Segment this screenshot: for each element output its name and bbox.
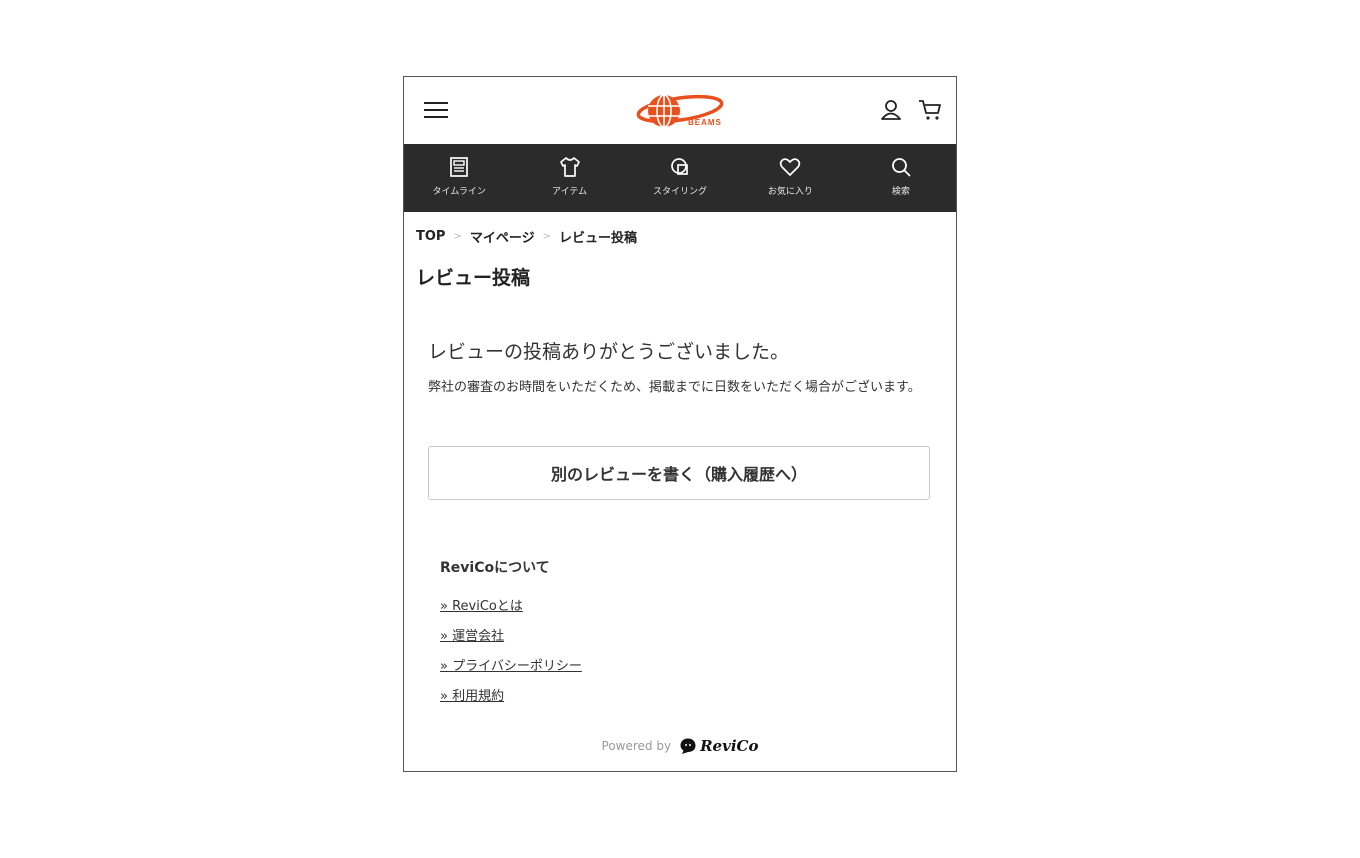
newspaper-icon xyxy=(450,157,469,177)
tshirt-icon xyxy=(559,157,580,177)
revico-logo[interactable]: ReviCo xyxy=(679,737,758,755)
breadcrumb: TOP > マイページ > レビュー投稿 xyxy=(416,227,637,246)
cart-icon[interactable] xyxy=(918,99,942,121)
nav-item-favorites[interactable]: お気に入り xyxy=(735,144,845,212)
heart-icon xyxy=(780,158,801,176)
about-revico-links: » ReviCoとは » 運営会社 » プライバシーポリシー » 利用規約 xyxy=(440,595,582,715)
top-header: BEAMS xyxy=(404,77,956,144)
nav-label: アイテム xyxy=(552,187,588,197)
nav-label: 検索 xyxy=(891,187,910,197)
write-another-review-button[interactable]: 別のレビューを書く（購入履歴へ） xyxy=(428,446,930,500)
list-item: » 運営会社 xyxy=(440,625,582,655)
nav-item-timeline[interactable]: タイムライン xyxy=(404,144,514,212)
nav-label: お気に入り xyxy=(767,187,813,197)
page-frame: BEAMS タイムライン アイテム スタイリング お気に入り 検索 TOP > … xyxy=(403,76,957,772)
about-revico-heading: ReviCoについて xyxy=(440,560,550,576)
revico-brand-name: ReviCo xyxy=(700,737,759,755)
powered-by: Powered by ReviCo xyxy=(404,737,956,755)
link-terms[interactable]: » 利用規約 xyxy=(440,689,504,704)
link-company[interactable]: » 運営会社 xyxy=(440,629,504,644)
breadcrumb-separator: > xyxy=(453,231,462,242)
link-privacy-policy[interactable]: » プライバシーポリシー xyxy=(440,659,582,674)
speech-bubble-icon xyxy=(680,738,696,754)
list-item: » 利用規約 xyxy=(440,685,582,715)
nav-item-styling[interactable]: スタイリング xyxy=(625,144,735,212)
menu-icon[interactable] xyxy=(424,99,450,121)
breadcrumb-mypage[interactable]: マイページ xyxy=(470,227,535,246)
styling-icon xyxy=(671,158,688,175)
breadcrumb-current: レビュー投稿 xyxy=(558,231,637,246)
nav-item-items[interactable]: アイテム xyxy=(514,144,624,212)
search-icon xyxy=(891,158,911,177)
nav-label: タイムライン xyxy=(432,187,486,197)
user-icon[interactable] xyxy=(880,99,902,121)
link-about-revico[interactable]: » ReviCoとは xyxy=(440,599,523,614)
review-notice: 弊社の審査のお時間をいただくため、掲載までに日数をいただく場合がございます。 xyxy=(428,380,921,395)
nav-item-search[interactable]: 検索 xyxy=(846,144,956,212)
page-title: レビュー投稿 xyxy=(416,267,531,289)
breadcrumb-separator: > xyxy=(542,231,551,242)
powered-by-text: Powered by xyxy=(601,739,672,753)
category-nav: タイムライン アイテム スタイリング お気に入り 検索 xyxy=(404,144,956,212)
logo-text: BEAMS xyxy=(688,118,722,127)
nav-label: スタイリング xyxy=(653,187,708,197)
thanks-message: レビューの投稿ありがとうございました。 xyxy=(428,341,790,363)
breadcrumb-top[interactable]: TOP xyxy=(416,229,445,244)
list-item: » プライバシーポリシー xyxy=(440,655,582,685)
list-item: » ReviCoとは xyxy=(440,595,582,625)
